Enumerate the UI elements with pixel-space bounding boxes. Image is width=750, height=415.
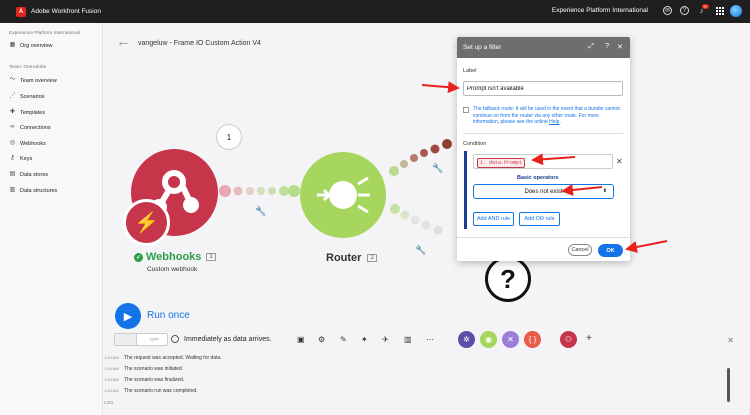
router-module[interactable] — [300, 152, 386, 238]
tools-module-icon[interactable]: ✲ — [458, 331, 475, 348]
add-icon[interactable]: + — [586, 333, 592, 344]
router-module-label: Router 2 — [326, 252, 377, 264]
ok-button[interactable]: OK — [598, 244, 623, 257]
close-icon[interactable]: ✕ — [617, 43, 623, 51]
puzzle-icon: ✚ — [9, 109, 16, 115]
sidebar-item-team-overview[interactable]: 〜 Team overview — [9, 77, 56, 84]
toggle-state: OFF — [150, 337, 159, 342]
chart-line-icon: 〜 — [9, 77, 16, 83]
dialog-header: Set up a filter ⤢ ? ✕ — [457, 37, 630, 58]
structure-icon: ▥ — [9, 187, 16, 193]
sidebar-item-keys[interactable]: ⚷ Keys — [9, 155, 32, 162]
condition-caption: Condition — [463, 141, 487, 147]
toggle-knob — [115, 334, 137, 345]
close-log-icon[interactable]: ✕ — [727, 336, 734, 345]
adobe-logo-icon: A — [16, 6, 26, 17]
sidebar: Experience Platform International ▦ Org … — [0, 23, 103, 415]
org-switcher[interactable]: Experience Platform International — [552, 7, 648, 14]
grid-icon: ▦ — [9, 42, 16, 48]
wrench-icon[interactable]: 🔧 — [415, 245, 426, 256]
scheduling-toggle[interactable]: OFF — [114, 333, 168, 346]
sidebar-item-connections[interactable]: ∞ Connections — [9, 124, 50, 131]
save-icon[interactable]: ▣ — [297, 335, 305, 344]
fallback-description: The fallback route: It will be used in t… — [473, 106, 620, 125]
router-icon — [317, 176, 370, 214]
log-entry: 1:19 AM The scenario run was completed. — [104, 388, 198, 394]
toolbox-icon[interactable]: ▥ — [404, 335, 412, 344]
data-prompt-pill[interactable]: 1. data.Prompt — [477, 158, 526, 168]
filter-dialog: Set up a filter ⤢ ? ✕ Label The fallback… — [457, 37, 630, 261]
sidebar-item-org-overview[interactable]: ▦ Org overview — [9, 42, 53, 49]
help-icon[interactable]: ? — [605, 43, 609, 50]
filter-label-input[interactable] — [463, 81, 623, 96]
key-icon: ⚷ — [10, 155, 15, 161]
check-icon: ✓ — [134, 252, 143, 262]
sidebar-item-data-stores[interactable]: ▤ Data stores — [9, 171, 48, 178]
log-scrollbar[interactable] — [727, 368, 730, 402]
apps-grid-icon[interactable] — [716, 7, 724, 15]
expand-icon[interactable]: ⤢ — [588, 43, 594, 51]
label-caption: Label — [463, 68, 477, 74]
help-link[interactable]: Help — [549, 119, 559, 125]
add-or-rule-button[interactable]: Add OR rule — [519, 212, 560, 226]
share-nodes-icon: ⋰ — [9, 93, 16, 99]
fallback-checkbox[interactable] — [463, 107, 469, 113]
webhook-module-label: ✓ Webhooks 1 — [134, 251, 216, 263]
sidebar-item-data-structures[interactable]: ▥ Data structures — [9, 187, 58, 194]
notification-badge: 9+ — [702, 4, 709, 9]
sidebar-item-scenarios[interactable]: ⋰ Scenarios — [9, 93, 45, 100]
link-icon: ∞ — [10, 124, 15, 130]
webhooks-module-icon[interactable]: ⚇ — [560, 331, 577, 348]
magic-wand-icon[interactable]: ✦ — [361, 335, 368, 344]
chat-icon[interactable]: ✉ — [663, 6, 672, 15]
add-and-rule-button[interactable]: Add AND rule — [473, 212, 514, 226]
empty-module[interactable]: ? — [485, 256, 531, 302]
help-icon[interactable]: ? — [680, 6, 689, 15]
divider — [457, 237, 630, 238]
run-once-label[interactable]: Run once — [147, 310, 190, 321]
condition-field[interactable]: 1. data.Prompt — [473, 154, 613, 169]
clock-icon[interactable] — [171, 335, 179, 343]
select-arrow-icon: ⬍ — [602, 188, 607, 194]
instant-trigger-icon: ⚡ — [123, 199, 170, 246]
app-title: Adobe Workfront Fusion — [31, 8, 101, 15]
airplane-icon[interactable]: ✈ — [382, 335, 389, 344]
scenario-canvas[interactable]: ← vangeluw - Frame IO Custom Action V4 1 — [104, 23, 750, 415]
sidebar-item-templates[interactable]: ✚ Templates — [9, 109, 45, 116]
module-number: 1 — [206, 253, 216, 261]
cancel-button[interactable]: Cancel — [568, 244, 592, 256]
log-entry: 1:19 AM The scenario was initiated. — [104, 366, 184, 372]
sidebar-item-webhooks[interactable]: ◎ Webhooks — [9, 140, 46, 147]
wrench-icon[interactable]: 🔧 — [432, 163, 443, 174]
sidebar-org-label: Experience Platform International — [9, 31, 80, 36]
top-bar: A Adobe Workfront Fusion Experience Plat… — [0, 0, 750, 23]
sidebar-team-label: Team: OneAdobe — [9, 65, 47, 70]
remove-condition-icon[interactable]: ✕ — [616, 157, 623, 166]
schedule-text[interactable]: Immediately as data arrives. — [184, 336, 272, 343]
module-number: 2 — [367, 254, 377, 262]
more-icon[interactable]: ⋯ — [426, 335, 434, 344]
json-module-icon[interactable]: { } — [524, 331, 541, 348]
flow-control-icon[interactable]: ◉ — [480, 331, 497, 348]
gear-icon[interactable]: ⚙ — [318, 335, 325, 344]
operators-caption: Basic operators — [517, 175, 559, 181]
webhook-module-subtitle: Custom webhook — [147, 266, 198, 273]
divider — [463, 133, 623, 134]
notes-icon[interactable]: ✎ — [340, 335, 347, 344]
text-parser-icon[interactable]: ✕ — [502, 331, 519, 348]
log-entry: 1:19 AM The scenario was finalized. — [104, 377, 185, 383]
wrench-icon[interactable]: 🔧 — [255, 206, 266, 217]
dialog-title: Set up a filter — [463, 44, 502, 51]
globe-icon: ◎ — [9, 140, 16, 146]
user-avatar[interactable] — [730, 5, 742, 17]
condition-group-bar — [464, 151, 467, 229]
log-label: LOG — [104, 400, 114, 405]
log-entry: 1:19 AM The request was accepted. Waitin… — [104, 355, 222, 361]
operator-select[interactable]: Does not exist ⬍ — [473, 184, 614, 199]
operations-bubble[interactable]: 1 — [216, 124, 242, 150]
run-once-button[interactable]: ▶ — [115, 303, 141, 329]
database-icon: ▤ — [9, 171, 16, 177]
